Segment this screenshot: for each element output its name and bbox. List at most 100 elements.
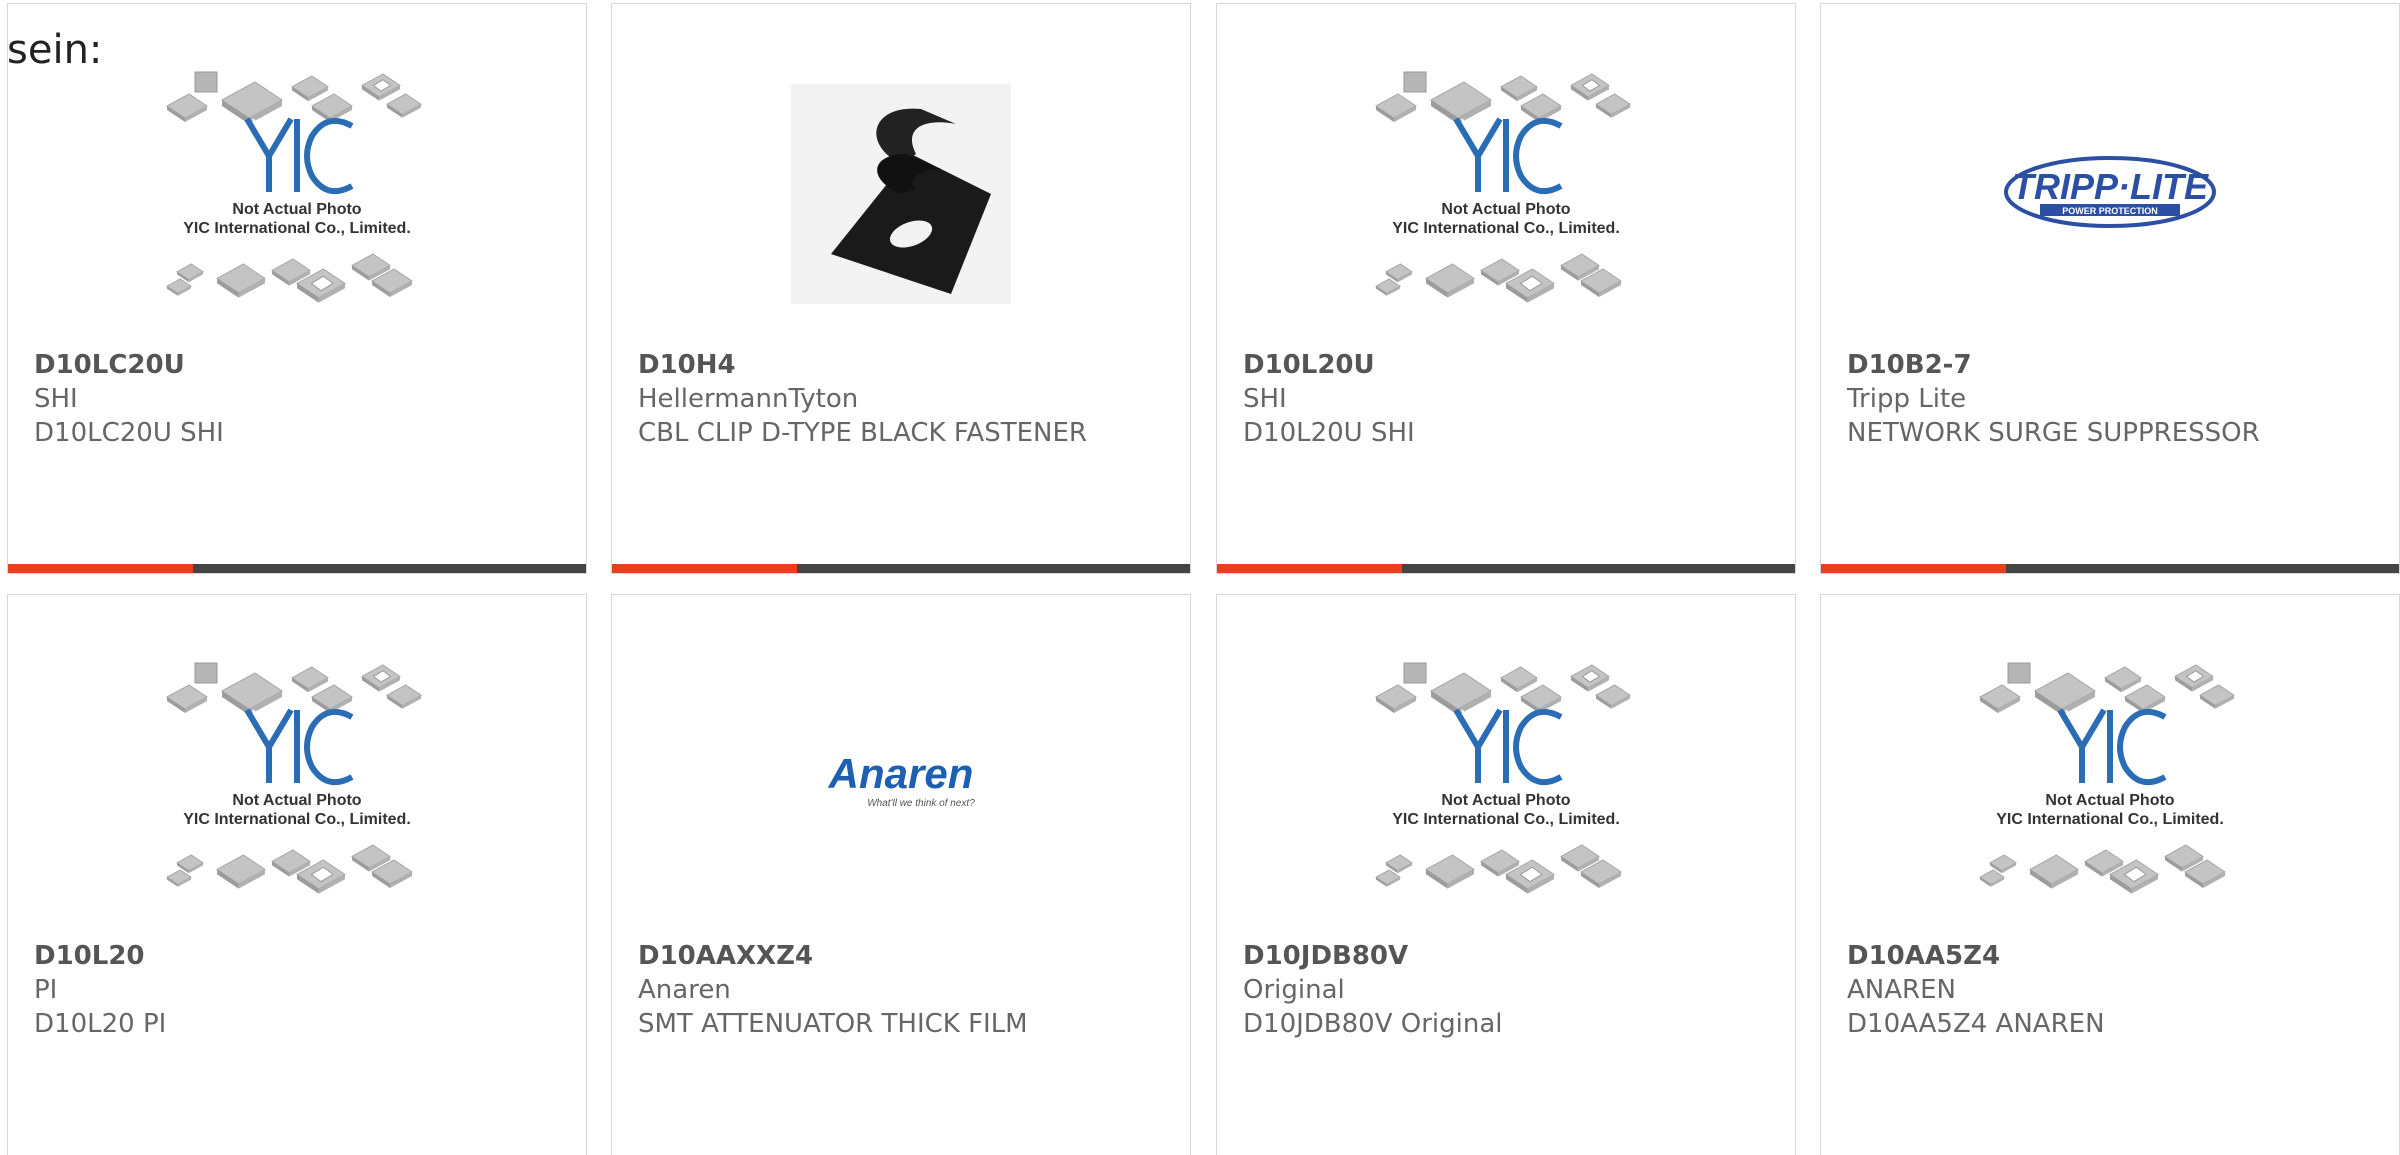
chip-shape — [166, 93, 208, 122]
description: SMT ATTENUATOR THICK FILM — [638, 1009, 1028, 1039]
cable-clip-icon — [791, 84, 1011, 304]
description: CBL CLIP D-TYPE BLACK FASTENER — [638, 418, 1087, 448]
yic-placeholder-icon: Not Actual Photo YIC International Co., L… — [1375, 662, 1631, 894]
progress-fill — [612, 564, 797, 573]
description: D10JDB80V Original — [1243, 1009, 1503, 1039]
product-card[interactable]: Not Actual Photo YIC International Co., L… — [1216, 594, 1796, 1155]
chip-shape — [1375, 684, 1417, 713]
product-card[interactable]: D10H4 HellermannTyton CBL CLIP D-TYPE BL… — [611, 3, 1191, 574]
tripp-lite-logo-icon: TRIPP·LITEPOWER PROTECTION — [2004, 156, 2216, 228]
chip-shape — [2029, 854, 2079, 889]
placeholder-line1: Not Actual Photo — [1441, 201, 1570, 218]
chip-shape — [1570, 664, 1610, 692]
progress-bar — [612, 564, 1190, 573]
chip-shape — [221, 672, 283, 715]
product-card[interactable]: Not Actual Photo YIC International Co., L… — [1820, 594, 2400, 1155]
part-number[interactable]: D10AAXXZ4 — [638, 939, 1170, 973]
yic-placeholder-icon: Not Actual Photo YIC International Co., L… — [1979, 662, 2235, 894]
product-image[interactable]: Not Actual Photo YIC International Co., L… — [1217, 44, 1795, 344]
manufacturer: SHI — [1243, 384, 1287, 414]
product-image[interactable]: Not Actual Photo YIC International Co., L… — [1217, 635, 1795, 935]
yic-logo-icon — [1453, 117, 1563, 195]
product-image[interactable]: Not Actual Photo YIC International Co., L… — [8, 635, 586, 935]
progress-fill — [8, 564, 193, 573]
product-card[interactable]: Not Actual Photo YIC International Co., L… — [7, 3, 587, 574]
yic-logo-icon — [244, 117, 354, 195]
svg-text:Anaren: Anaren — [828, 750, 974, 797]
yic-placeholder-icon: Not Actual Photo YIC International Co., L… — [1375, 71, 1631, 303]
placeholder-line2: YIC International Co., Limited. — [1996, 811, 2224, 828]
product-image[interactable] — [612, 44, 1190, 344]
part-number[interactable]: D10AA5Z4 — [1847, 939, 2379, 973]
placeholder-line2: YIC International Co., Limited. — [1392, 811, 1620, 828]
anaren-logo-icon: AnarenWhat'll we think of next? — [828, 750, 976, 809]
part-number[interactable]: D10H4 — [638, 348, 1170, 382]
chip-shape — [1595, 93, 1631, 118]
product-card[interactable]: Not Actual Photo YIC International Co., L… — [1216, 3, 1796, 574]
chip-shape — [1375, 278, 1401, 296]
placeholder-line2: YIC International Co., Limited. — [183, 811, 411, 828]
chip-shape — [1425, 263, 1475, 298]
chip-shape — [2174, 664, 2214, 692]
product-card[interactable]: TRIPP·LITE POWER PROTECTION D10B2-7 Tripp… — [1820, 3, 2400, 574]
chip-shape — [1500, 666, 1538, 693]
chip-shape — [386, 684, 422, 709]
chip-shape — [1430, 672, 1492, 715]
yic-logo-icon — [1453, 708, 1563, 786]
product-card[interactable]: Anaren What'll we think of next? D10AAXXZ… — [611, 594, 1191, 1155]
placeholder-line2: YIC International Co., Limited. — [1392, 220, 1620, 237]
placeholder-line1: Not Actual Photo — [232, 792, 361, 809]
chip-shape — [386, 93, 422, 118]
manufacturer: ANAREN — [1847, 975, 1956, 1005]
description: D10L20U SHI — [1243, 418, 1415, 448]
progress-bar — [8, 564, 586, 573]
description: D10LC20U SHI — [34, 418, 224, 448]
progress-fill — [1217, 564, 1402, 573]
chip-shape — [311, 93, 353, 122]
product-image[interactable]: Not Actual Photo YIC International Co., L… — [8, 44, 586, 344]
svg-text:What'll we think of next?: What'll we think of next? — [867, 798, 975, 809]
chip-shape — [361, 73, 401, 101]
chip-shape — [2104, 666, 2142, 693]
yic-logo-icon — [244, 708, 354, 786]
part-number[interactable]: D10B2-7 — [1847, 348, 2379, 382]
chip-shape — [1430, 81, 1492, 124]
chip-shape — [2124, 684, 2166, 713]
yic-placeholder-icon: Not Actual Photo YIC International Co., L… — [166, 71, 422, 303]
chip-shape — [1375, 869, 1401, 887]
chip-shape — [291, 666, 329, 693]
description: D10AA5Z4 ANAREN — [1847, 1009, 2105, 1039]
chip-shape — [1425, 854, 1475, 889]
chip-shape — [1520, 684, 1562, 713]
manufacturer: Tripp Lite — [1847, 384, 1967, 414]
product-card[interactable]: Not Actual Photo YIC International Co., L… — [7, 594, 587, 1155]
placeholder-line1: Not Actual Photo — [232, 201, 361, 218]
intro-text: sein: — [7, 27, 103, 73]
manufacturer: PI — [34, 975, 58, 1005]
chip-shape — [1375, 93, 1417, 122]
manufacturer: HellermannTyton — [638, 384, 859, 414]
chip-shape — [1520, 93, 1562, 122]
chip-shape — [361, 664, 401, 692]
chip-shape — [166, 684, 208, 713]
svg-text:TRIPP·LITE: TRIPP·LITE — [2012, 166, 2209, 207]
part-number[interactable]: D10LC20U — [34, 348, 566, 382]
part-number[interactable]: D10JDB80V — [1243, 939, 1775, 973]
chip-shape — [311, 684, 353, 713]
part-number[interactable]: D10L20U — [1243, 348, 1775, 382]
product-image[interactable]: Anaren What'll we think of next? — [612, 635, 1190, 935]
yic-placeholder-icon: Not Actual Photo YIC International Co., L… — [166, 662, 422, 894]
svg-text:POWER PROTECTION: POWER PROTECTION — [2062, 206, 2158, 216]
manufacturer: SHI — [34, 384, 78, 414]
part-number[interactable]: D10L20 — [34, 939, 566, 973]
chip-shape — [216, 854, 266, 889]
product-image[interactable]: TRIPP·LITE POWER PROTECTION — [1821, 44, 2399, 344]
product-image[interactable]: Not Actual Photo YIC International Co., L… — [1821, 635, 2399, 935]
chip-shape — [166, 278, 192, 296]
placeholder-line1: Not Actual Photo — [1441, 792, 1570, 809]
description: NETWORK SURGE SUPPRESSOR — [1847, 418, 2260, 448]
chip-shape — [1979, 684, 2021, 713]
manufacturer: Anaren — [638, 975, 731, 1005]
chip-shape — [1500, 75, 1538, 102]
chip-shape — [291, 75, 329, 102]
